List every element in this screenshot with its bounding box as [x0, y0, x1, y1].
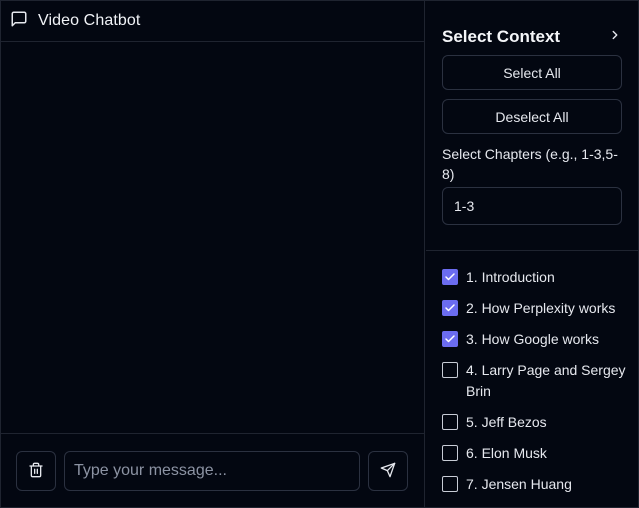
chapter-checkbox[interactable]	[442, 300, 458, 316]
chat-panel: Video Chatbot	[1, 1, 425, 507]
chapter-checkbox[interactable]	[442, 331, 458, 347]
chapter-item[interactable]: 3. How Google works	[442, 329, 632, 350]
clear-chat-button[interactable]	[16, 451, 56, 491]
chapter-item[interactable]: 5. Jeff Bezos	[442, 412, 632, 433]
context-header: Select Context	[442, 26, 622, 48]
chapters-label: Select Chapters (e.g., 1-3,5-8)	[442, 146, 618, 182]
chapter-label: 7. Jensen Huang	[466, 476, 572, 492]
chapter-list: 1. Introduction 2. How Perplexity works 3.…	[442, 267, 632, 505]
send-icon	[380, 462, 396, 481]
send-button[interactable]	[368, 451, 408, 491]
chapter-checkbox[interactable]	[442, 445, 458, 461]
context-title: Select Context	[442, 27, 561, 46]
message-square-icon	[10, 10, 28, 33]
chevron-right-icon[interactable]	[608, 28, 622, 47]
chapter-checkbox[interactable]	[442, 269, 458, 285]
chapter-label: 6. Elon Musk	[466, 445, 547, 461]
message-area	[1, 42, 424, 433]
chapter-label: 1. Introduction	[466, 269, 555, 285]
chapter-label: 2. How Perplexity works	[466, 300, 616, 316]
chapter-checkbox[interactable]	[442, 362, 458, 378]
chapter-item[interactable]: 2. How Perplexity works	[442, 298, 632, 319]
chat-input-bar	[1, 433, 424, 507]
chapter-checkbox[interactable]	[442, 476, 458, 492]
chapter-item[interactable]: 7. Jensen Huang	[442, 474, 632, 495]
trash-icon	[28, 462, 44, 481]
check-icon	[445, 304, 455, 312]
select-all-button[interactable]: Select All	[442, 55, 622, 90]
app-window: Video Chatbot Type your message... Selec…	[0, 0, 639, 508]
chapters-input[interactable]	[442, 187, 622, 225]
deselect-all-button[interactable]: Deselect All	[442, 99, 622, 134]
chat-title: Video Chatbot	[38, 12, 141, 29]
chapter-item[interactable]: 4. Larry Page and Sergey Brin	[442, 360, 632, 402]
message-input[interactable]	[64, 451, 360, 491]
chat-header: Video Chatbot	[1, 1, 424, 42]
chapter-label: 3. How Google works	[466, 331, 600, 347]
check-icon	[445, 335, 455, 343]
chapter-item[interactable]: 6. Elon Musk	[442, 443, 632, 464]
context-panel: Select Context Select All Deselect All S…	[426, 1, 638, 507]
chapter-label: 5. Jeff Bezos	[466, 414, 547, 430]
check-icon	[445, 273, 455, 281]
chapter-checkbox[interactable]	[442, 414, 458, 430]
chapter-label: 4. Larry Page and Sergey Brin	[466, 362, 626, 399]
divider	[426, 250, 638, 251]
chapter-item[interactable]: 1. Introduction	[442, 267, 632, 288]
